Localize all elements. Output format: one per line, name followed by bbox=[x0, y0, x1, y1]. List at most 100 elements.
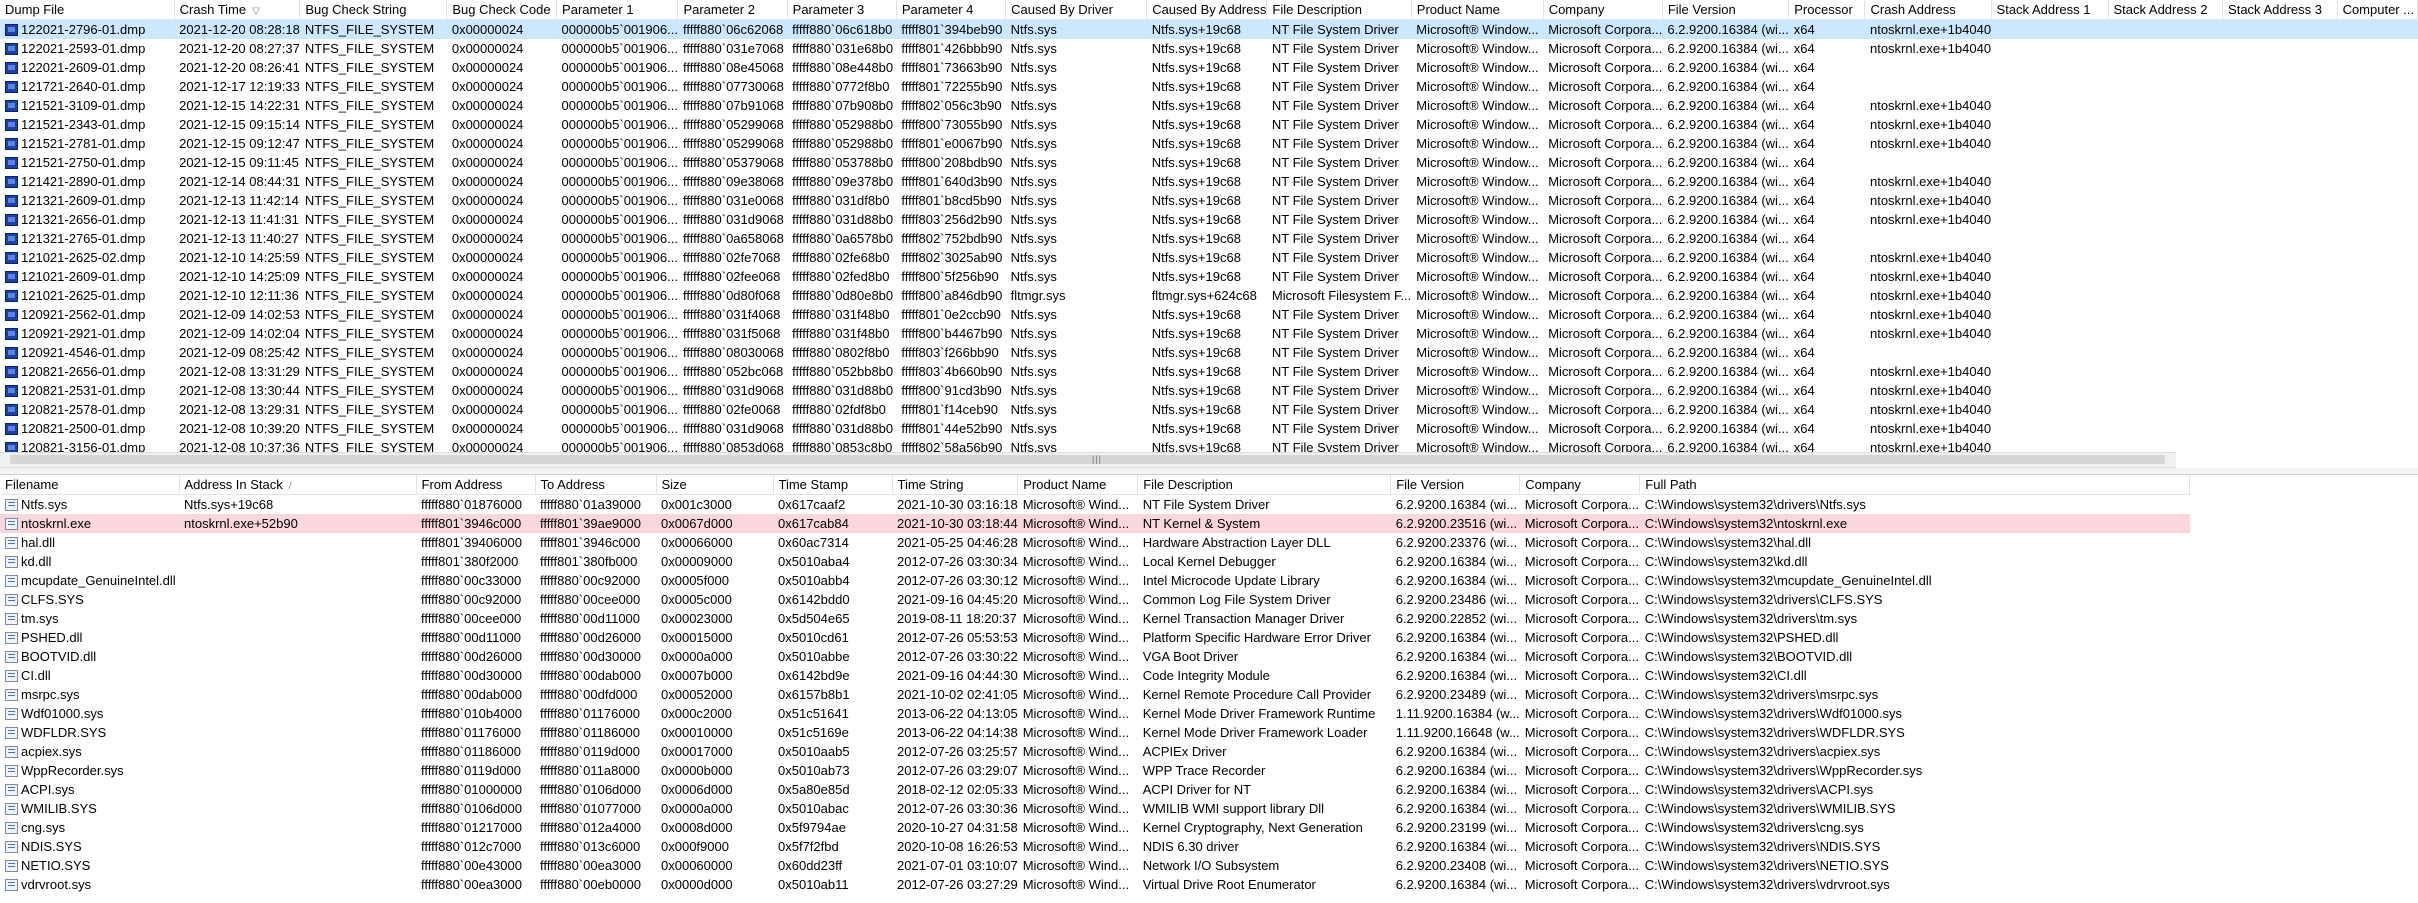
column-header-company[interactable]: Company bbox=[1519, 475, 1641, 495]
cell-text: fffff880`07730068 bbox=[682, 79, 784, 94]
column-header-filename[interactable]: Filename bbox=[0, 475, 180, 495]
cell-text: fffff880`052988b0 bbox=[792, 136, 894, 151]
table-row[interactable]: NETIO.SYS fffff880`00e43000 fffff880`00ea3… bbox=[0, 856, 2190, 875]
column-header-parameter-3[interactable]: Parameter 3 bbox=[787, 0, 897, 20]
table-row[interactable]: 120921-2562-01.dmp 2021-12-09 14:02:53 NTF… bbox=[0, 305, 2418, 324]
table-row[interactable]: CLFS.SYS fffff880`00c92000 fffff880`00cee0… bbox=[0, 590, 2190, 609]
table-row[interactable]: hal.dll fffff801`39406000 fffff801`3946c00… bbox=[0, 533, 2190, 552]
column-header-crash-time[interactable]: Crash Time ▽ bbox=[174, 0, 301, 20]
column-header-dump-file[interactable]: Dump File bbox=[0, 0, 175, 20]
column-header-to-address[interactable]: To Address bbox=[535, 475, 657, 495]
table-row[interactable]: acpiex.sys fffff880`01186000 fffff880`0119… bbox=[0, 742, 2190, 761]
dump-files-list[interactable]: Dump File Crash Time ▽ Bug Check String Bug … bbox=[0, 0, 2418, 452]
table-row[interactable]: 121521-2343-01.dmp 2021-12-15 09:15:14 NTF… bbox=[0, 115, 2418, 134]
table-row[interactable]: ACPI.sys fffff880`01000000 fffff880`0106d0… bbox=[0, 780, 2190, 799]
table-row[interactable]: 121521-3109-01.dmp 2021-12-15 14:22:31 NTF… bbox=[0, 96, 2418, 115]
column-header-stack-address-3[interactable]: Stack Address 3 bbox=[2222, 0, 2338, 20]
table-row[interactable]: 121421-2890-01.dmp 2021-12-14 08:44:31 NTF… bbox=[0, 172, 2418, 191]
cell-from-address: fffff880`0106d000 bbox=[416, 799, 535, 818]
table-row[interactable]: NDIS.SYS fffff880`012c7000 fffff880`013c60… bbox=[0, 837, 2190, 856]
column-header-crash-address[interactable]: Crash Address bbox=[1864, 0, 1992, 20]
column-header-bug-check-code[interactable]: Bug Check Code bbox=[446, 0, 558, 20]
column-header-full-path[interactable]: Full Path bbox=[1639, 475, 2191, 495]
cell-text: Microsoft Corpora... bbox=[1548, 364, 1663, 379]
table-row[interactable]: 121321-2656-01.dmp 2021-12-13 11:41:31 NTF… bbox=[0, 210, 2418, 229]
table-row[interactable]: WDFLDR.SYS fffff880`01176000 fffff880`0118… bbox=[0, 723, 2190, 742]
column-header-time-string[interactable]: Time String bbox=[892, 475, 1019, 495]
cell-file-description: NT File System Driver bbox=[1267, 58, 1411, 77]
column-header-from-address[interactable]: From Address bbox=[416, 475, 536, 495]
table-row[interactable]: 121321-2609-01.dmp 2021-12-13 11:42:14 NTF… bbox=[0, 191, 2418, 210]
column-header-stack-address-1[interactable]: Stack Address 1 bbox=[1991, 0, 2109, 20]
table-row[interactable]: Ntfs.sys Ntfs.sys+19c68 fffff880`01876000 f… bbox=[0, 495, 2190, 515]
pane-splitter[interactable] bbox=[0, 468, 2418, 475]
table-row[interactable]: 120921-4546-01.dmp 2021-12-09 08:25:42 NTF… bbox=[0, 343, 2418, 362]
column-header-stack-address-2[interactable]: Stack Address 2 bbox=[2108, 0, 2224, 20]
table-row[interactable]: 121521-2781-01.dmp 2021-12-15 09:12:47 NTF… bbox=[0, 134, 2418, 153]
table-row[interactable]: 121021-2625-02.dmp 2021-12-10 14:25:59 NTF… bbox=[0, 248, 2418, 267]
cell-crash-address: ntoskrnl.exe+1b4040 bbox=[1865, 96, 1991, 115]
table-row[interactable]: tm.sys fffff880`00cee000 fffff880`00d11000… bbox=[0, 609, 2190, 628]
column-header-file-description[interactable]: File Description bbox=[1266, 0, 1412, 20]
table-row[interactable]: BOOTVID.dll fffff880`00d26000 fffff880`00d… bbox=[0, 647, 2190, 666]
table-row[interactable]: 121021-2609-01.dmp 2021-12-10 14:25:09 NTF… bbox=[0, 267, 2418, 286]
column-header-caused-by-driver[interactable]: Caused By Driver bbox=[1005, 0, 1148, 20]
table-row[interactable]: WppRecorder.sys fffff880`0119d000 fffff880… bbox=[0, 761, 2190, 780]
column-header-processor[interactable]: Processor bbox=[1788, 0, 1866, 20]
column-header-parameter-2[interactable]: Parameter 2 bbox=[677, 0, 788, 20]
table-row[interactable]: 122021-2796-01.dmp 2021-12-20 08:28:18 NTF… bbox=[0, 19, 2418, 39]
cell-to-address: fffff880`00dab000 bbox=[535, 666, 656, 685]
column-header-file-version[interactable]: File Version bbox=[1390, 475, 1521, 495]
column-header-size[interactable]: Size bbox=[656, 475, 774, 495]
column-header-file-description[interactable]: File Description bbox=[1137, 475, 1392, 495]
horizontal-scrollbar[interactable]: ||| bbox=[0, 452, 2176, 468]
table-row[interactable]: 120821-2500-01.dmp 2021-12-08 10:39:20 NTF… bbox=[0, 419, 2418, 438]
table-row[interactable]: 120821-3156-01.dmp 2021-12-08 10:37:36 NTF… bbox=[0, 438, 2418, 452]
cell-text: Microsoft® Window... bbox=[1416, 269, 1539, 284]
table-row[interactable]: kd.dll fffff801`380f2000 fffff801`380fb000… bbox=[0, 552, 2190, 571]
cell-bug-check-code: 0x00000024 bbox=[447, 419, 557, 438]
table-row[interactable]: mcupdate_GenuineIntel.dll fffff880`00c330… bbox=[0, 571, 2190, 590]
table-row[interactable]: 121721-2640-01.dmp 2021-12-17 12:19:33 NTF… bbox=[0, 77, 2418, 96]
cell-filename: BOOTVID.dll bbox=[0, 647, 179, 666]
column-header-company[interactable]: Company bbox=[1543, 0, 1663, 20]
table-row[interactable]: 121521-2750-01.dmp 2021-12-15 09:11:45 NTF… bbox=[0, 153, 2418, 172]
column-header-file-version[interactable]: File Version bbox=[1662, 0, 1790, 20]
table-row[interactable]: PSHED.dll fffff880`00d11000 fffff880`00d26… bbox=[0, 628, 2190, 647]
table-row[interactable]: 121321-2765-01.dmp 2021-12-13 11:40:27 NTF… bbox=[0, 229, 2418, 248]
table-row[interactable]: msrpc.sys fffff880`00dab000 fffff880`00dfd… bbox=[0, 685, 2190, 704]
column-header-computer[interactable]: Computer ... bbox=[2337, 0, 2418, 20]
table-row[interactable]: CI.dll fffff880`00d30000 fffff880`00dab000… bbox=[0, 666, 2190, 685]
table-row[interactable]: vdrvroot.sys fffff880`00ea3000 fffff880`00… bbox=[0, 875, 2190, 894]
cell-text: ACPIEx Driver bbox=[1142, 744, 1227, 759]
cell-text: fffff801`0e2ccb90 bbox=[901, 307, 1001, 322]
column-header-parameter-4[interactable]: Parameter 4 bbox=[896, 0, 1007, 20]
cell-address-in-stack bbox=[179, 590, 416, 609]
column-header-address-in-stack[interactable]: Address In Stack / bbox=[179, 475, 417, 495]
cell-to-address: fffff880`011a8000 bbox=[535, 761, 656, 780]
column-header-product-name[interactable]: Product Name bbox=[1017, 475, 1139, 495]
table-row[interactable]: 122021-2609-01.dmp 2021-12-20 08:26:41 NTF… bbox=[0, 58, 2418, 77]
table-row[interactable]: 122021-2593-01.dmp 2021-12-20 08:27:37 NTF… bbox=[0, 39, 2418, 58]
column-header-bug-check-string[interactable]: Bug Check String bbox=[299, 0, 448, 20]
table-row[interactable]: 121021-2625-01.dmp 2021-12-10 12:11:36 NTF… bbox=[0, 286, 2418, 305]
table-row[interactable]: 120821-2578-01.dmp 2021-12-08 13:29:31 NTF… bbox=[0, 400, 2418, 419]
column-header-caused-by-address[interactable]: Caused By Address bbox=[1146, 0, 1268, 20]
cell-caused-by-driver: Ntfs.sys bbox=[1006, 153, 1147, 172]
table-row[interactable]: cng.sys fffff880`01217000 fffff880`012a400… bbox=[0, 818, 2190, 837]
table-row[interactable]: Wdf01000.sys fffff880`010b4000 fffff880`01… bbox=[0, 704, 2190, 723]
table-row[interactable]: 120821-2656-01.dmp 2021-12-08 13:31:29 NTF… bbox=[0, 362, 2418, 381]
column-header-time-stamp[interactable]: Time Stamp bbox=[773, 475, 893, 495]
cell-full-path: C:\Windows\system32\drivers\tm.sys bbox=[1640, 609, 2190, 628]
loaded-drivers-list[interactable]: Filename Address In Stack / From Address To … bbox=[0, 475, 2418, 903]
column-header-parameter-1[interactable]: Parameter 1 bbox=[556, 0, 679, 20]
table-row[interactable]: ntoskrnl.exe ntoskrnl.exe+52b90 fffff801`3… bbox=[0, 514, 2190, 533]
dump-file-icon bbox=[5, 404, 18, 416]
table-row[interactable]: 120821-2531-01.dmp 2021-12-08 13:30:44 NTF… bbox=[0, 381, 2418, 400]
table-row[interactable]: 120921-2921-01.dmp 2021-12-09 14:02:04 NTF… bbox=[0, 324, 2418, 343]
column-header-product-name[interactable]: Product Name bbox=[1411, 0, 1544, 20]
cell-to-address: fffff880`00ea3000 bbox=[535, 856, 656, 875]
scrollbar-thumb[interactable] bbox=[10, 455, 2165, 464]
table-row[interactable]: WMILIB.SYS fffff880`0106d000 fffff880`0107… bbox=[0, 799, 2190, 818]
cell-text: ntoskrnl.exe+1b4040 bbox=[1869, 326, 1992, 341]
